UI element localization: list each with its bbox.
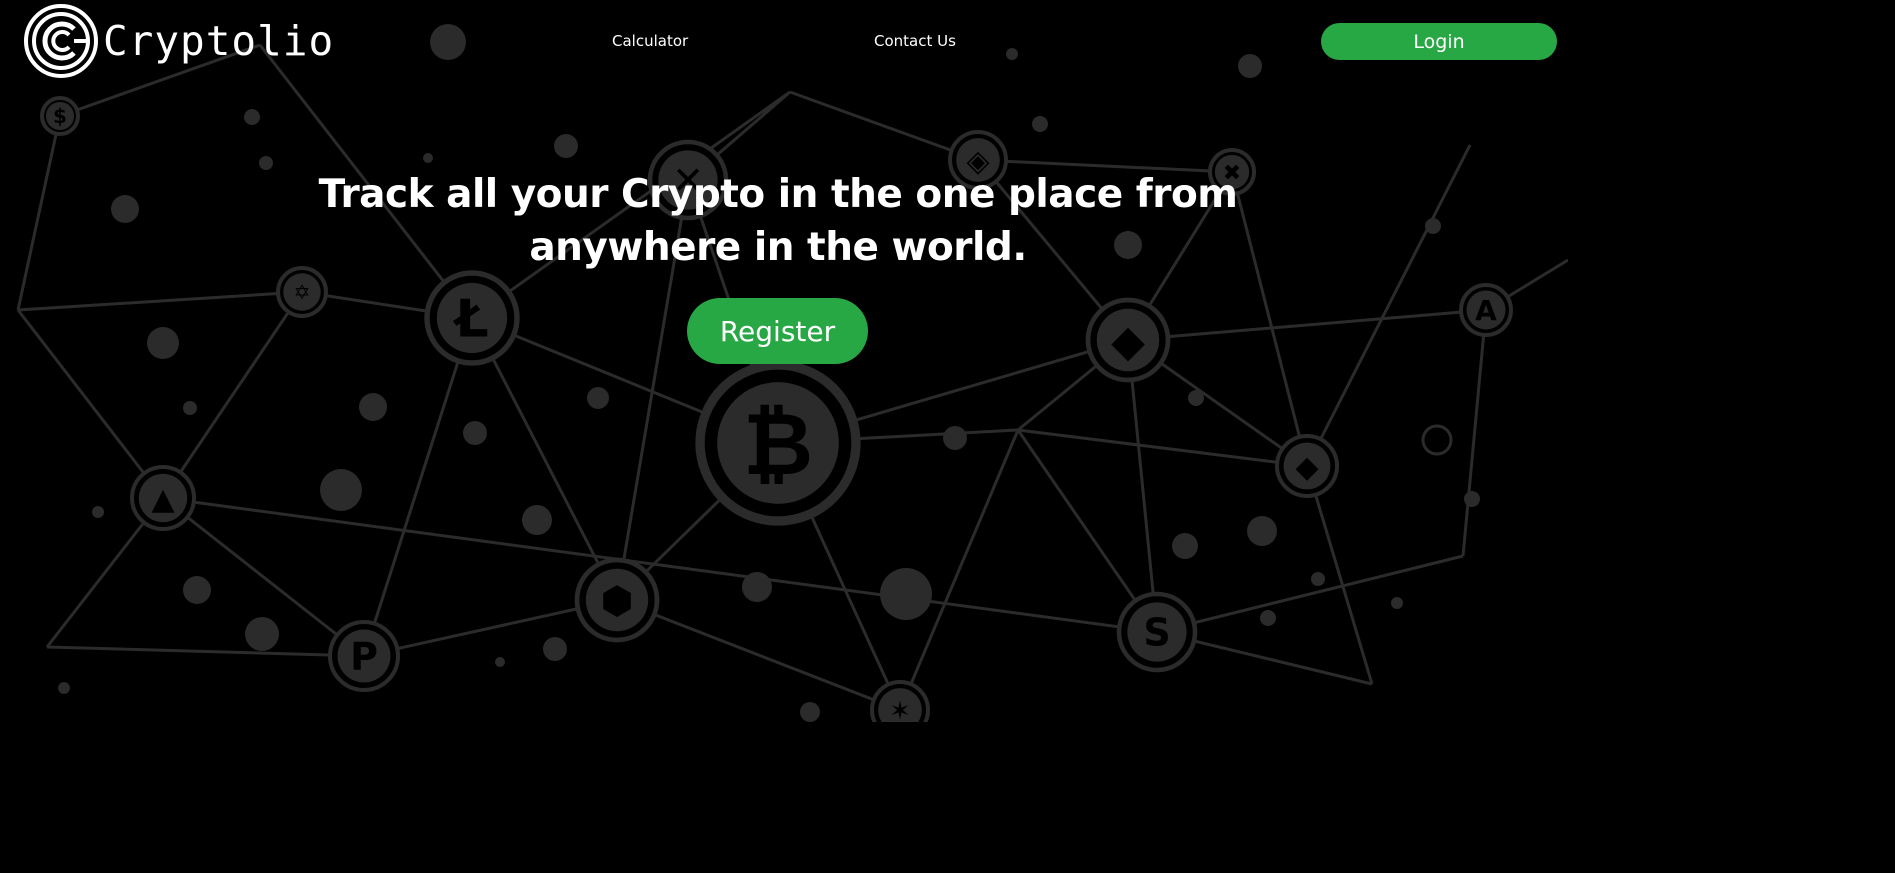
svg-text:Ł: Ł <box>452 290 488 350</box>
brand-logo[interactable]: Cryptolio <box>22 2 334 80</box>
svg-text:S: S <box>1143 611 1170 655</box>
tezos-icon: ◆ <box>1275 434 1339 498</box>
svg-text:◆: ◆ <box>1111 316 1145 367</box>
algorand-icon: A <box>1459 283 1513 337</box>
svg-text:⬢: ⬢ <box>600 579 633 623</box>
nav-calculator-link[interactable]: Calculator <box>612 32 688 50</box>
chainlink-icon: ⬢ <box>574 557 660 643</box>
cardano-icon: ✶ <box>870 680 930 722</box>
stellar-icon: S <box>1116 591 1198 673</box>
polkadot-icon: P <box>327 619 401 693</box>
svg-text:▲: ▲ <box>151 482 174 517</box>
register-button[interactable]: Register <box>687 298 868 364</box>
svg-text:$: $ <box>53 104 67 128</box>
nano-icon: ✡ <box>276 266 328 318</box>
svg-text:₿: ₿ <box>743 395 813 495</box>
nav-contact-link[interactable]: Contact Us <box>874 32 956 50</box>
bitcoin-icon: ₿ <box>695 360 861 526</box>
ethereum-icon: ◆ <box>1085 297 1171 383</box>
litecoin-icon: Ł <box>424 270 520 366</box>
svg-text:✶: ✶ <box>889 696 911 722</box>
brand-name: Cryptolio <box>103 17 335 65</box>
svg-text:✡: ✡ <box>294 280 311 304</box>
login-button[interactable]: Login <box>1321 23 1557 60</box>
svg-text:A: A <box>1475 294 1497 327</box>
svg-text:P: P <box>350 635 378 679</box>
eos-icon: ▲ <box>130 465 196 531</box>
hero-headline: Track all your Crypto in the one place f… <box>318 172 1238 270</box>
svg-text:◆: ◆ <box>1295 450 1318 485</box>
crypto-coin-c-icon <box>24 4 98 78</box>
yearn-icon: $ <box>40 96 80 136</box>
